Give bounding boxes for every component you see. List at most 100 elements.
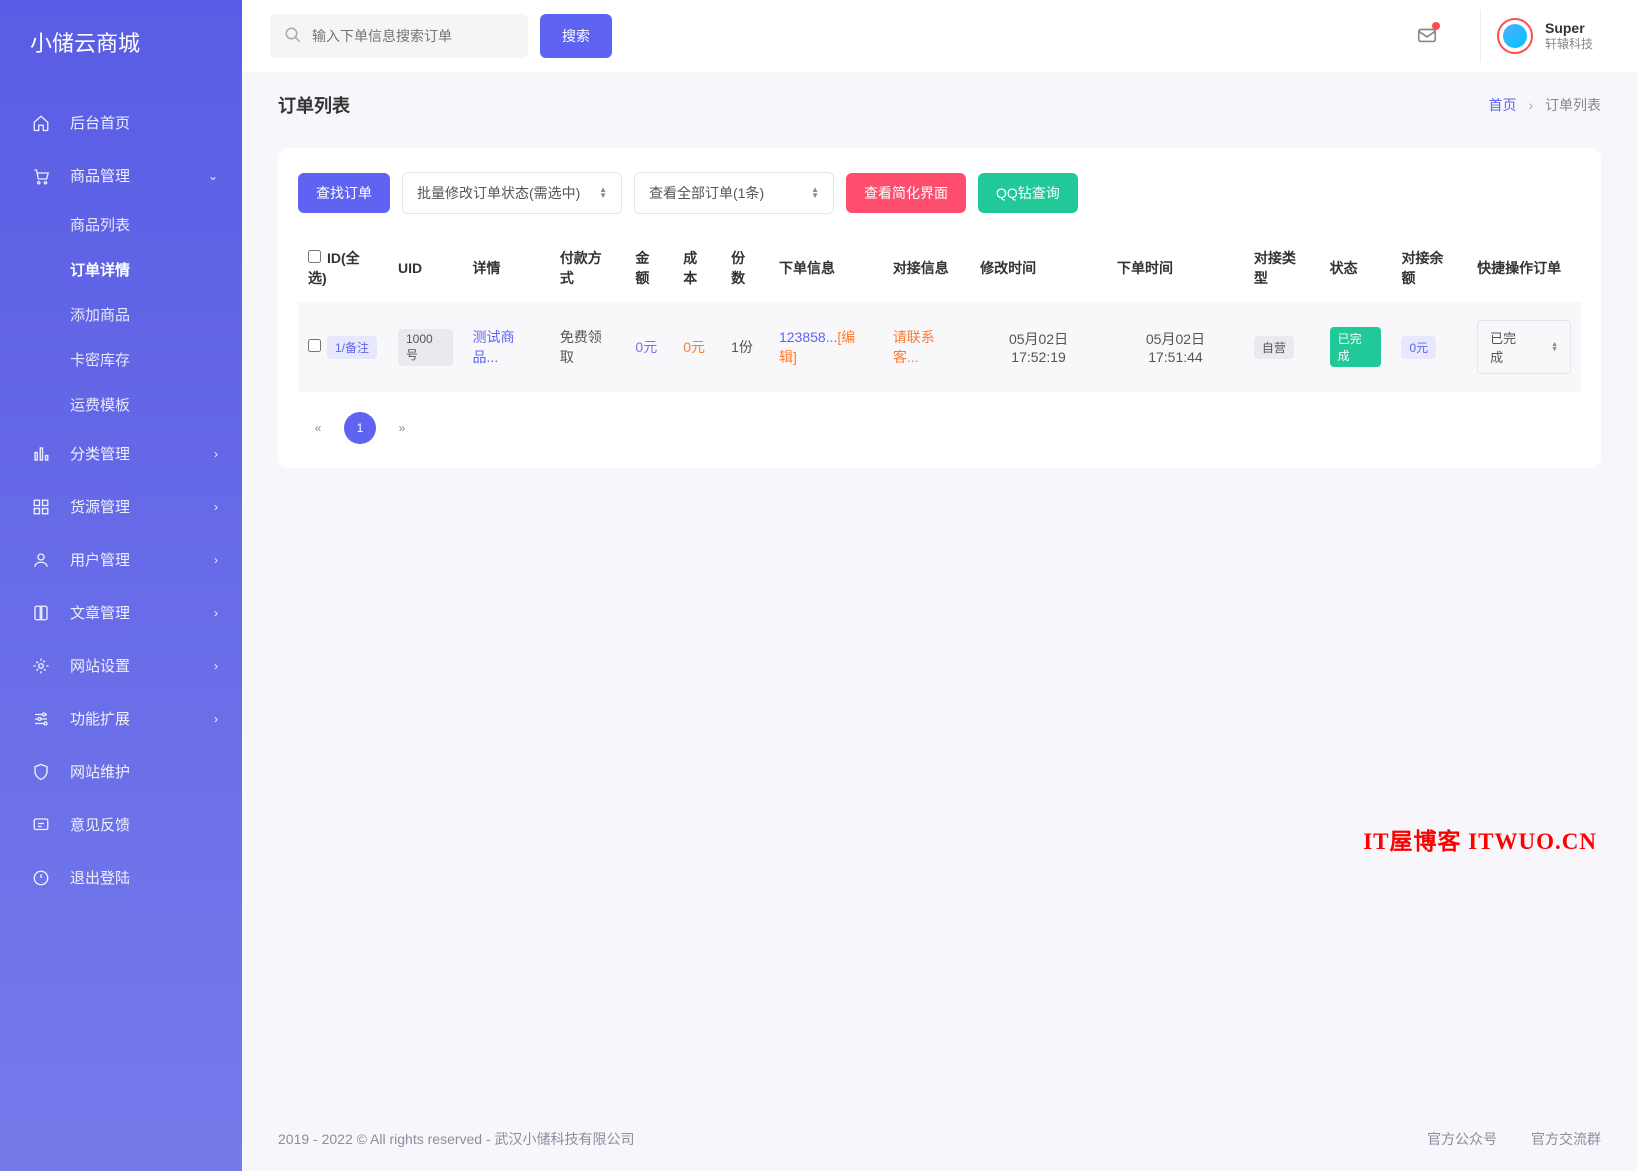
quick-op-select[interactable]: 已完成▲▼ bbox=[1477, 320, 1571, 374]
topbar: 搜索 Super 轩辕科技 bbox=[242, 0, 1637, 72]
col-status: 状态 bbox=[1320, 234, 1392, 302]
nav-category-label: 分类管理 bbox=[70, 443, 130, 464]
caret-icon: ▲▼ bbox=[1551, 342, 1558, 352]
nav-feedback-label: 意见反馈 bbox=[70, 814, 130, 835]
nav-maint[interactable]: 网站维护 bbox=[0, 745, 242, 798]
create-time: 05月02日 17:51:44 bbox=[1107, 302, 1244, 392]
chevron-right-icon bbox=[214, 712, 218, 726]
subnav-ship-tpl[interactable]: 运费模板 bbox=[0, 382, 242, 427]
nav-ext-label: 功能扩展 bbox=[70, 708, 130, 729]
col-amount: 金额 bbox=[625, 234, 673, 302]
balance-badge: 0元 bbox=[1401, 336, 1436, 359]
detail-link[interactable]: 测试商品... bbox=[473, 329, 515, 365]
subnav-order-detail[interactable]: 订单详情 bbox=[0, 247, 242, 292]
nav-source[interactable]: 货源管理 bbox=[0, 480, 242, 533]
orderinfo-link[interactable]: 123858... bbox=[779, 329, 837, 345]
cost: 0元 bbox=[673, 302, 721, 392]
subnav-card-stock[interactable]: 卡密库存 bbox=[0, 337, 242, 382]
nav-site[interactable]: 网站设置 bbox=[0, 639, 242, 692]
pay-method: 免费领取 bbox=[550, 302, 626, 392]
col-orderinfo: 下单信息 bbox=[769, 234, 883, 302]
nav-goods[interactable]: 商品管理 bbox=[0, 149, 242, 202]
page-header: 订单列表 首页 › 订单列表 bbox=[242, 72, 1637, 128]
user-icon bbox=[32, 551, 52, 569]
col-id: ID(全选) bbox=[298, 234, 388, 302]
page-1[interactable]: 1 bbox=[344, 412, 376, 444]
page-next[interactable]: » bbox=[386, 412, 418, 444]
nav-category[interactable]: 分类管理 bbox=[0, 427, 242, 480]
main: 搜索 Super 轩辕科技 订单列表 首页 › 订单列表 bbox=[242, 0, 1637, 1171]
filter-select[interactable]: 查看全部订单(1条) ▲▼ bbox=[634, 172, 834, 214]
col-pay: 付款方式 bbox=[550, 234, 626, 302]
nav-home-label: 后台首页 bbox=[70, 112, 130, 133]
col-detail: 详情 bbox=[463, 234, 550, 302]
copyright: 2019 - 2022 © All rights reserved - 武汉小储… bbox=[278, 1129, 635, 1149]
grid-icon bbox=[32, 498, 52, 516]
subnav-add-goods[interactable]: 添加商品 bbox=[0, 292, 242, 337]
search-icon bbox=[284, 26, 302, 47]
pagination: « 1 » bbox=[298, 412, 1581, 444]
nav-user-label: 用户管理 bbox=[70, 549, 130, 570]
dock-type-badge: 自营 bbox=[1254, 336, 1294, 359]
order-card: 查找订单 批量修改订单状态(需选中) ▲▼ 查看全部订单(1条) ▲▼ 查看简化… bbox=[278, 148, 1601, 468]
chevron-right-icon bbox=[214, 553, 218, 567]
user-name: Super bbox=[1545, 19, 1593, 37]
row-checkbox[interactable] bbox=[308, 339, 321, 352]
user-sub: 轩辕科技 bbox=[1545, 37, 1593, 53]
nav-article[interactable]: 文章管理 bbox=[0, 586, 242, 639]
nav-maint-label: 网站维护 bbox=[70, 761, 130, 782]
col-cost: 成本 bbox=[673, 234, 721, 302]
amount: 0元 bbox=[625, 302, 673, 392]
mod-time: 05月02日 17:52:19 bbox=[970, 302, 1107, 392]
dock-info[interactable]: 请联系客... bbox=[893, 329, 935, 365]
crumb-current: 订单列表 bbox=[1545, 97, 1601, 113]
chevron-right-icon bbox=[214, 447, 218, 461]
sliders-icon bbox=[32, 710, 52, 728]
search-button[interactable]: 搜索 bbox=[540, 14, 612, 58]
crumb-home[interactable]: 首页 bbox=[1489, 97, 1517, 113]
bar-chart-icon bbox=[32, 445, 52, 463]
subnav-goods-list[interactable]: 商品列表 bbox=[0, 202, 242, 247]
col-op: 快捷操作订单 bbox=[1467, 234, 1581, 302]
col-dockinfo: 对接信息 bbox=[883, 234, 970, 302]
uid-badge: 1000号 bbox=[398, 329, 453, 366]
nav-ext[interactable]: 功能扩展 bbox=[0, 692, 242, 745]
nav-goods-label: 商品管理 bbox=[70, 165, 130, 186]
footer-wechat[interactable]: 官方公众号 bbox=[1427, 1131, 1497, 1147]
nav-source-label: 货源管理 bbox=[70, 496, 130, 517]
nav-article-label: 文章管理 bbox=[70, 602, 130, 623]
id-badge[interactable]: 1/备注 bbox=[327, 336, 377, 359]
caret-icon: ▲▼ bbox=[811, 187, 819, 199]
nav-home[interactable]: 后台首页 bbox=[0, 96, 242, 149]
col-balance: 对接余额 bbox=[1391, 234, 1467, 302]
logout-icon bbox=[32, 869, 52, 887]
notification-dot bbox=[1432, 22, 1440, 30]
qq-query-button[interactable]: QQ钻查询 bbox=[978, 173, 1078, 213]
book-icon bbox=[32, 604, 52, 622]
nav-user[interactable]: 用户管理 bbox=[0, 533, 242, 586]
breadcrumb: 首页 › 订单列表 bbox=[1489, 95, 1601, 115]
user-menu[interactable]: Super 轩辕科技 bbox=[1480, 10, 1609, 62]
nav-feedback[interactable]: 意见反馈 bbox=[0, 798, 242, 851]
table-row: 1/备注 1000号 测试商品... 免费领取 0元 0元 1份 123858.… bbox=[298, 302, 1581, 392]
search-box bbox=[270, 14, 528, 58]
caret-icon: ▲▼ bbox=[599, 187, 607, 199]
find-order-button[interactable]: 查找订单 bbox=[298, 173, 390, 213]
col-uid: UID bbox=[388, 234, 463, 302]
col-docktype: 对接类型 bbox=[1244, 234, 1320, 302]
chevron-right-icon bbox=[214, 606, 218, 620]
batch-status-select[interactable]: 批量修改订单状态(需选中) ▲▼ bbox=[402, 172, 622, 214]
home-icon bbox=[32, 114, 52, 132]
chevron-right-icon bbox=[214, 659, 218, 673]
nav-site-label: 网站设置 bbox=[70, 655, 130, 676]
col-modtime: 修改时间 bbox=[970, 234, 1107, 302]
footer-group[interactable]: 官方交流群 bbox=[1531, 1131, 1601, 1147]
simplify-button[interactable]: 查看简化界面 bbox=[846, 173, 966, 213]
search-input[interactable] bbox=[312, 28, 514, 44]
avatar bbox=[1497, 18, 1533, 54]
status-badge: 已完成 bbox=[1330, 327, 1382, 367]
nav-logout[interactable]: 退出登陆 bbox=[0, 851, 242, 904]
select-all-checkbox[interactable] bbox=[308, 250, 321, 263]
page-prev[interactable]: « bbox=[302, 412, 334, 444]
mail-icon[interactable] bbox=[1416, 24, 1438, 49]
